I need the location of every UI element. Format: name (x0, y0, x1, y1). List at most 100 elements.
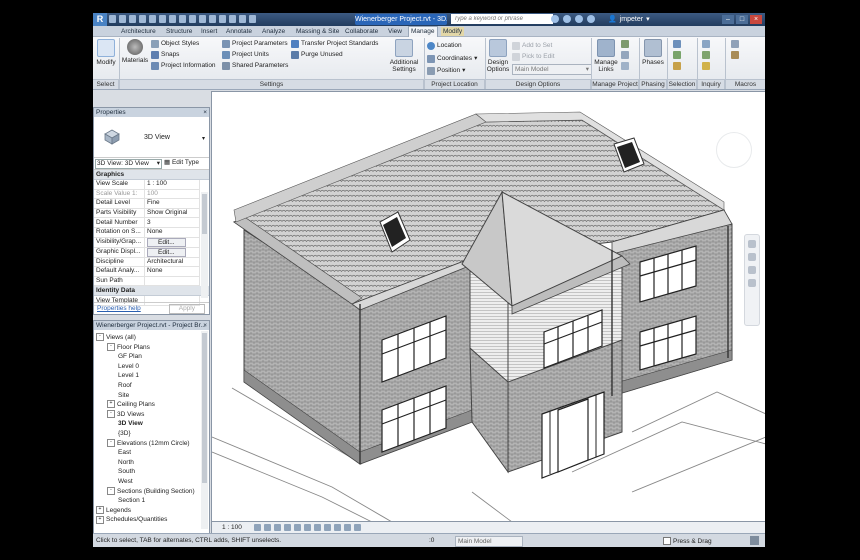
scroll-thumb[interactable] (202, 333, 207, 483)
zoom-icon[interactable] (748, 253, 756, 261)
visual-style-icon[interactable] (264, 524, 271, 531)
tab-architecture[interactable]: Architecture (119, 27, 158, 36)
modify-button[interactable]: Modify (94, 39, 118, 66)
property-row[interactable]: Parts Visibility Show Original (94, 208, 200, 219)
maximize-button[interactable]: □ (736, 15, 748, 24)
dimension-icon[interactable] (169, 15, 176, 23)
starting-view-button[interactable] (621, 62, 629, 70)
tab-collaborate[interactable]: Collaborate (343, 27, 380, 36)
property-row[interactable]: Discipline Architectural (94, 257, 200, 268)
property-value[interactable]: None (144, 227, 200, 238)
property-row[interactable]: Detail Level Fine (94, 198, 200, 209)
tree-node[interactable]: Roof (96, 381, 195, 391)
communication-icon[interactable] (575, 15, 583, 23)
tab-insert[interactable]: Insert (199, 27, 219, 36)
pick-to-edit-button[interactable]: Pick to Edit (512, 52, 555, 61)
show-crop-icon[interactable] (314, 524, 321, 531)
tree-node[interactable]: Level 1 (96, 371, 195, 381)
purge-unused-button[interactable]: Purge Unused (291, 50, 343, 59)
tree-node[interactable]: + Legends (96, 505, 195, 516)
qat-dropdown-icon[interactable] (249, 15, 256, 23)
temporary-view-icon[interactable] (354, 524, 361, 531)
tree-node[interactable]: - Sections (Building Section) (96, 486, 195, 497)
property-value[interactable]: 1 : 100 (144, 180, 200, 190)
property-row[interactable]: View Scale 1 : 100 (94, 180, 200, 190)
project-units-button[interactable]: Project Units (222, 50, 269, 59)
view-scale[interactable]: 1 : 100 (222, 523, 242, 532)
property-value[interactable]: 3 (144, 217, 200, 228)
edit-selection-button[interactable] (673, 62, 681, 70)
favorites-icon[interactable] (587, 15, 595, 23)
text-icon[interactable] (189, 15, 196, 23)
tree-node[interactable]: Level 0 (96, 362, 195, 372)
tree-node[interactable]: - Elevations (12mm Circle) (96, 438, 195, 449)
collapse-icon[interactable]: - (107, 410, 115, 419)
manage-images-button[interactable] (621, 40, 629, 48)
crop-view-icon[interactable] (304, 524, 311, 531)
redo-icon[interactable] (139, 15, 146, 23)
application-menu-button[interactable]: R (93, 13, 107, 26)
tab-modify[interactable]: Modify (441, 27, 465, 36)
search-input[interactable] (451, 14, 553, 24)
steering-wheel-icon[interactable] (748, 240, 756, 248)
navigation-bar[interactable] (744, 234, 760, 326)
tab-massing-site[interactable]: Massing & Site (294, 27, 341, 36)
thin-lines-icon[interactable] (219, 15, 226, 23)
print-icon[interactable] (149, 15, 156, 23)
tab-annotate[interactable]: Annotate (224, 27, 254, 36)
drawing-area-3d-view[interactable] (211, 91, 765, 523)
property-row[interactable]: Graphic Displ... Edit... (94, 247, 200, 258)
project-parameters-button[interactable]: Project Parameters (222, 39, 288, 48)
add-to-set-button[interactable]: Add to Set (512, 41, 552, 50)
tree-node[interactable]: East (96, 448, 195, 458)
design-option-select[interactable]: Main Model ▾ (512, 64, 592, 75)
subscription-icon[interactable] (563, 15, 571, 23)
tag-icon[interactable] (179, 15, 186, 23)
select-by-id-button[interactable] (702, 51, 710, 59)
tab-structure[interactable]: Structure (164, 27, 194, 36)
tree-node[interactable]: 3D View (96, 419, 195, 429)
tree-node[interactable]: - Views (all) (96, 333, 195, 343)
tab-view[interactable]: View (386, 27, 404, 36)
undo-icon[interactable] (129, 15, 136, 23)
design-options-button[interactable]: Design Options (486, 39, 510, 73)
press-drag-toggle[interactable]: Press & Drag (663, 537, 712, 545)
edit-button[interactable]: Edit... (147, 247, 186, 257)
properties-help-link[interactable]: Properties help (97, 305, 141, 312)
macro-security-button[interactable] (731, 51, 739, 59)
property-value[interactable] (144, 276, 200, 287)
close-hidden-icon[interactable] (229, 15, 236, 23)
warnings-button[interactable] (702, 62, 710, 70)
edit-type-button[interactable]: ▦ Edit Type (164, 159, 199, 167)
properties-scrollbar[interactable] (201, 192, 208, 298)
save-selection-button[interactable] (673, 40, 681, 48)
tab-manage[interactable]: Manage (408, 26, 438, 37)
type-selector[interactable]: 3D View ▾ (94, 117, 209, 158)
lock-view-icon[interactable] (324, 524, 331, 531)
open-icon[interactable] (109, 15, 116, 23)
property-row[interactable]: Detail Number 3 (94, 217, 200, 228)
expand-icon[interactable]: + (96, 505, 104, 514)
property-value[interactable]: None (144, 266, 200, 277)
instance-selector[interactable]: 3D View: 3D View ▾ (95, 159, 162, 169)
group-identity-data[interactable]: Identity Data (94, 286, 209, 297)
tree-node[interactable]: + Ceiling Plans (96, 400, 195, 410)
tree-node[interactable]: South (96, 467, 195, 477)
3d-view-icon[interactable] (199, 15, 206, 23)
pan-icon[interactable] (748, 279, 756, 287)
additional-settings-button[interactable]: Additional Settings (388, 39, 420, 73)
transfer-standards-button[interactable]: Transfer Project Standards (291, 39, 378, 48)
tree-node[interactable]: {3D} (96, 429, 195, 439)
ids-of-selection-button[interactable] (702, 40, 710, 48)
phases-button[interactable]: Phases (641, 39, 665, 66)
tree-node[interactable]: + Schedules/Quantities (96, 515, 195, 525)
collapse-icon[interactable]: - (107, 438, 115, 447)
tree-node[interactable]: - Floor Plans (96, 342, 195, 353)
property-value[interactable]: 100 (144, 189, 200, 200)
expand-icon[interactable]: + (107, 400, 115, 409)
tree-node[interactable]: Section 1 (96, 496, 195, 506)
hide-isolate-icon[interactable] (334, 524, 341, 531)
property-row[interactable]: Sun Path (94, 276, 200, 287)
section-icon[interactable] (209, 15, 216, 23)
property-value[interactable]: Show Original (144, 208, 200, 219)
